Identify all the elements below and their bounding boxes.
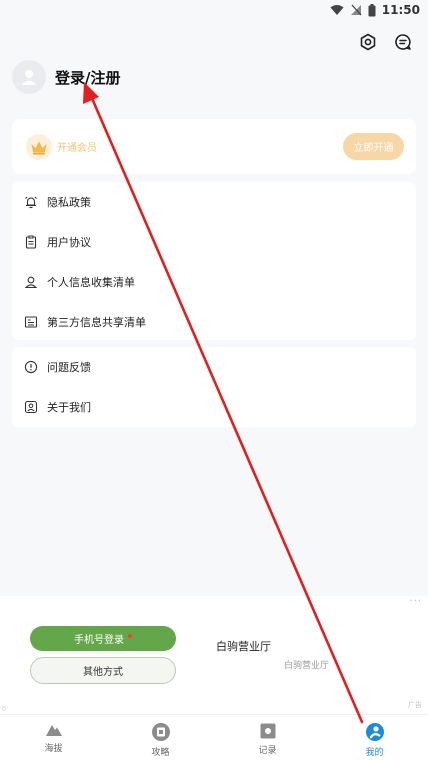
exclamation-circle-icon	[24, 360, 38, 374]
alarm-bell-icon	[25, 196, 37, 209]
tab-label: 我的	[365, 748, 384, 758]
ad-badge: 广告	[408, 701, 422, 709]
menu-item-label: 个人信息收集清单	[47, 276, 135, 289]
person-icon	[24, 276, 38, 289]
menu-item-feedback[interactable]: 问题反馈	[12, 347, 416, 387]
other-login-button[interactable]: 其他方式	[30, 657, 176, 684]
list-card-icon	[24, 316, 38, 328]
tab-label: 记录	[258, 746, 277, 756]
profile-header[interactable]: 登录/注册	[12, 60, 120, 94]
open-vip-button[interactable]: 立即开通	[343, 133, 404, 160]
profile-tab-icon	[365, 723, 384, 741]
tab-label: 攻略	[151, 748, 170, 758]
tab-guide[interactable]: 攻略	[107, 715, 214, 762]
menu-group-support: 问题反馈 关于我们	[12, 347, 416, 427]
ad-title: 白驹营业厅	[216, 640, 271, 653]
ad-corner-mark: 0	[2, 706, 6, 713]
status-time: 11:50	[381, 3, 420, 17]
status-bar: 11:50	[0, 0, 428, 20]
login-register-link[interactable]: 登录/注册	[55, 67, 120, 88]
menu-item-label: 用户协议	[47, 236, 91, 249]
phone-login-label: 手机号登录	[74, 635, 124, 646]
settings-button[interactable]	[357, 31, 379, 53]
tab-altitude[interactable]: 海拔	[0, 715, 107, 762]
menu-item-user-agreement[interactable]: 用户协议	[12, 222, 416, 262]
notification-dot	[128, 633, 132, 638]
bottom-tabbar: 海拔 攻略 记录 我的	[0, 714, 428, 762]
profile-card-icon	[24, 400, 38, 414]
menu-item-personal-info-list[interactable]: 个人信息收集清单	[12, 262, 416, 302]
wifi-icon	[330, 4, 344, 16]
user-avatar-icon[interactable]	[12, 60, 46, 94]
menu-item-about-us[interactable]: 关于我们	[12, 387, 416, 427]
ad-subtitle: 白驹营业厅	[284, 661, 330, 671]
crown-icon	[26, 133, 52, 160]
tab-record[interactable]: 记录	[214, 715, 321, 762]
message-icon	[395, 34, 411, 50]
menu-item-third-party-sharing[interactable]: 第三方信息共享清单	[12, 302, 416, 342]
mountain-icon	[45, 725, 62, 736]
menu-item-privacy-policy[interactable]: 隐私政策	[12, 182, 416, 222]
tab-label: 海拔	[44, 744, 63, 754]
menu-item-label: 隐私政策	[47, 196, 91, 209]
phone-login-button[interactable]: 手机号登录	[30, 626, 176, 651]
menu-group-policies: 隐私政策 用户协议 个人信息收集清单 第三方信息共享清单	[12, 182, 416, 340]
vip-label: 开通会员	[57, 143, 97, 154]
menu-item-label: 第三方信息共享清单	[47, 316, 146, 329]
vip-card[interactable]: 开通会员 立即开通	[12, 119, 416, 174]
ad-more-menu[interactable]: ···	[409, 596, 422, 607]
hexagon-gear-icon	[360, 33, 376, 51]
menu-item-label: 关于我们	[47, 401, 91, 414]
tab-mine[interactable]: 我的	[321, 715, 428, 762]
clipboard-icon	[25, 235, 37, 249]
record-icon	[260, 723, 275, 739]
signal-off-icon	[350, 4, 362, 16]
guide-icon	[151, 723, 170, 741]
message-button[interactable]	[392, 31, 414, 53]
ad-banner[interactable]: ··· 手机号登录 其他方式 白驹营业厅 白驹营业厅 广告 0	[0, 596, 428, 714]
menu-item-label: 问题反馈	[47, 361, 91, 374]
battery-icon	[368, 3, 376, 17]
